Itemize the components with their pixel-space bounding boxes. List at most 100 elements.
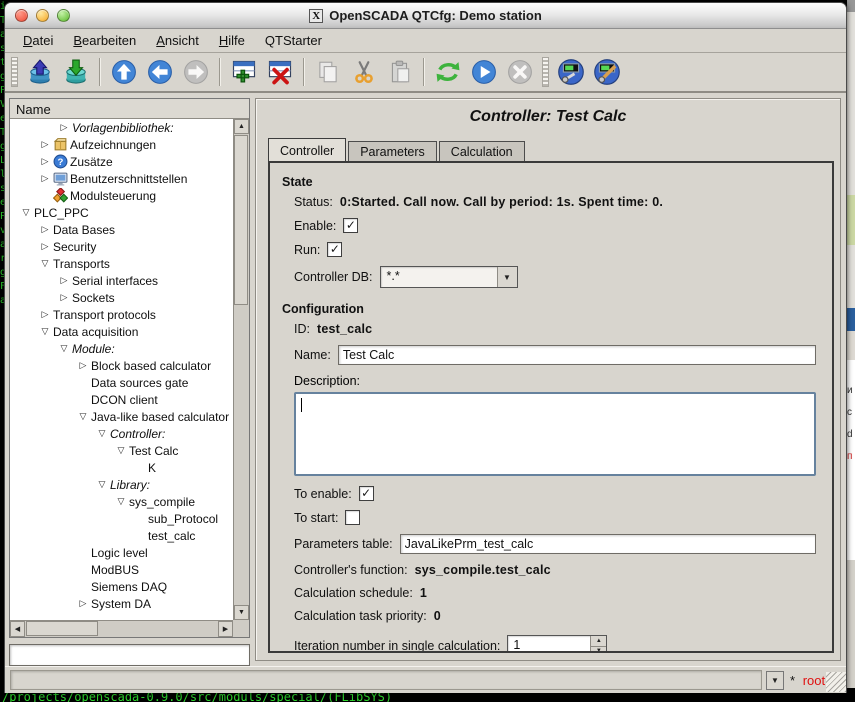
- tree-expanded-icon[interactable]: ▽: [113, 496, 129, 507]
- menu-ansicht[interactable]: Ansicht: [146, 31, 209, 50]
- tree-collapsed-icon[interactable]: ▷: [37, 156, 53, 167]
- tree-collapsed-icon[interactable]: ▷: [56, 292, 72, 303]
- delete-item-button[interactable]: [264, 56, 296, 88]
- add-item-button[interactable]: [228, 56, 260, 88]
- tree-item-benutzerschnittstellen[interactable]: ▷Benutzerschnittstellen: [10, 170, 233, 187]
- current-user[interactable]: * root: [790, 673, 825, 688]
- titlebar[interactable]: X OpenSCADA QTCfg: Demo station: [5, 3, 846, 29]
- tree-item-test-calc[interactable]: test_calc: [10, 527, 233, 544]
- tree-collapsed-icon[interactable]: ▷: [75, 598, 91, 609]
- tree-collapsed-icon[interactable]: ▷: [37, 139, 53, 150]
- tree-item-security[interactable]: ▷Security: [10, 238, 233, 255]
- iteration-number-spinner[interactable]: 1 ▲ ▼: [507, 635, 607, 653]
- parameters-table-input[interactable]: [400, 534, 816, 554]
- menu-datei[interactable]: Datei: [13, 31, 63, 50]
- run-checkbox[interactable]: ✓: [327, 242, 342, 257]
- scroll-left-button[interactable]: ◀: [10, 621, 25, 637]
- qtstarter-qtvision-button[interactable]: [591, 56, 623, 88]
- tree-item-transports[interactable]: ▽Transports: [10, 255, 233, 272]
- tree-item-vorlagenbibliothek[interactable]: ▷Vorlagenbibliothek:: [10, 119, 233, 136]
- tree-expanded-icon[interactable]: ▽: [18, 207, 34, 218]
- tree-item-data-bases[interactable]: ▷Data Bases: [10, 221, 233, 238]
- tree-item-module[interactable]: ▽Module:: [10, 340, 233, 357]
- tree-item-zus-tze[interactable]: ▷?Zusätze: [10, 153, 233, 170]
- controller-db-combobox[interactable]: *.* ▼: [380, 266, 518, 288]
- horizontal-scroll-thumb[interactable]: [26, 621, 98, 636]
- go-up-button[interactable]: [108, 56, 140, 88]
- tree-search-input[interactable]: [9, 644, 250, 666]
- to-enable-checkbox[interactable]: ✓: [359, 486, 374, 501]
- toolbar-handle[interactable]: [11, 57, 18, 87]
- tree-item-data-sources-gate[interactable]: Data sources gate: [10, 374, 233, 391]
- enable-checkbox[interactable]: ✓: [343, 218, 358, 233]
- scroll-down-button[interactable]: ▼: [234, 605, 249, 620]
- tree-expanded-icon[interactable]: ▽: [56, 343, 72, 354]
- tree-header-name-column[interactable]: Name: [10, 99, 249, 119]
- zoom-window-button[interactable]: [57, 9, 70, 22]
- tree-collapsed-icon[interactable]: ▷: [37, 309, 53, 320]
- tree-collapsed-icon[interactable]: ▷: [75, 360, 91, 371]
- tree-expanded-icon[interactable]: ▽: [113, 445, 129, 456]
- to-start-checkbox[interactable]: [345, 510, 360, 525]
- tree-item-library[interactable]: ▽Library:: [10, 476, 233, 493]
- tree-expanded-icon[interactable]: ▽: [94, 428, 110, 439]
- spin-down-icon[interactable]: ▼: [591, 647, 606, 654]
- menu-hilfe[interactable]: Hilfe: [209, 31, 255, 50]
- tree-collapsed-icon[interactable]: ▷: [56, 122, 72, 133]
- tree-viewport[interactable]: ▷Vorlagenbibliothek:▷Aufzeichnungen▷?Zus…: [10, 119, 233, 620]
- tree-item-sockets[interactable]: ▷Sockets: [10, 289, 233, 306]
- tab-calculation[interactable]: Calculation: [439, 141, 525, 162]
- resize-grip[interactable]: [826, 672, 846, 692]
- tab-parameters[interactable]: Parameters: [348, 141, 437, 162]
- tab-controller[interactable]: Controller: [268, 138, 346, 162]
- tree-item-transport-protocols[interactable]: ▷Transport protocols: [10, 306, 233, 323]
- tree-item-controller[interactable]: ▽Controller:: [10, 425, 233, 442]
- menu-bearbeiten[interactable]: Bearbeiten: [63, 31, 146, 50]
- qtstarter-qtcfg-button[interactable]: [555, 56, 587, 88]
- tree-collapsed-icon[interactable]: ▷: [56, 275, 72, 286]
- menu-qtstarter[interactable]: QTStarter: [255, 31, 332, 50]
- tree-collapsed-icon[interactable]: ▷: [37, 241, 53, 252]
- tree-item-plc-ppc[interactable]: ▽PLC_PPC: [10, 204, 233, 221]
- save-to-db-button[interactable]: [60, 56, 92, 88]
- tree-collapsed-icon[interactable]: ▷: [37, 173, 53, 184]
- tree-expanded-icon[interactable]: ▽: [75, 411, 91, 422]
- tree-item-block-based-calculator[interactable]: ▷Block based calculator: [10, 357, 233, 374]
- tree-item-serial-interfaces[interactable]: ▷Serial interfaces: [10, 272, 233, 289]
- tree-collapsed-icon[interactable]: ▷: [37, 224, 53, 235]
- tree-item-aufzeichnungen[interactable]: ▷Aufzeichnungen: [10, 136, 233, 153]
- description-textarea[interactable]: [294, 392, 816, 476]
- tree-vertical-scrollbar[interactable]: ▲ ▼: [233, 119, 249, 620]
- tree-item-data-acquisition[interactable]: ▽Data acquisition: [10, 323, 233, 340]
- tree-horizontal-scrollbar[interactable]: ◀ ▶: [10, 620, 233, 637]
- tree-item-k[interactable]: K: [10, 459, 233, 476]
- tree-item-sys-compile[interactable]: ▽sys_compile: [10, 493, 233, 510]
- load-from-db-button[interactable]: [24, 56, 56, 88]
- scroll-right-button[interactable]: ▶: [218, 621, 233, 637]
- tree-item-modulsteuerung[interactable]: Modulsteuerung: [10, 187, 233, 204]
- tree-item-test-calc[interactable]: ▽Test Calc: [10, 442, 233, 459]
- horizontal-scroll-track[interactable]: [25, 621, 218, 637]
- tree-item-modbus[interactable]: ModBUS: [10, 561, 233, 578]
- start-button[interactable]: [468, 56, 500, 88]
- tree-item-java-like-based-calculator[interactable]: ▽Java-like based calculator: [10, 408, 233, 425]
- tree-item-sub-protocol[interactable]: sub_Protocol: [10, 510, 233, 527]
- name-input[interactable]: [338, 345, 816, 365]
- vertical-scroll-track[interactable]: [234, 134, 249, 605]
- refresh-button[interactable]: [432, 56, 464, 88]
- tree-item-system-da[interactable]: ▷System DA: [10, 595, 233, 612]
- user-combo-dropdown[interactable]: ▼: [766, 671, 784, 690]
- go-back-button[interactable]: [144, 56, 176, 88]
- tree-expanded-icon[interactable]: ▽: [37, 258, 53, 269]
- vertical-scroll-thumb[interactable]: [234, 135, 248, 305]
- close-window-button[interactable]: [15, 9, 28, 22]
- tree-item-dcon-client[interactable]: DCON client: [10, 391, 233, 408]
- tree-expanded-icon[interactable]: ▽: [37, 326, 53, 337]
- chevron-down-icon[interactable]: ▼: [497, 267, 517, 287]
- tree-expanded-icon[interactable]: ▽: [94, 479, 110, 490]
- spin-up-icon[interactable]: ▲: [591, 636, 606, 647]
- tree-item-siemens-daq[interactable]: Siemens DAQ: [10, 578, 233, 595]
- toolbar-handle[interactable]: [542, 57, 549, 87]
- tree-item-logic-level[interactable]: Logic level: [10, 544, 233, 561]
- scroll-up-button[interactable]: ▲: [234, 119, 249, 134]
